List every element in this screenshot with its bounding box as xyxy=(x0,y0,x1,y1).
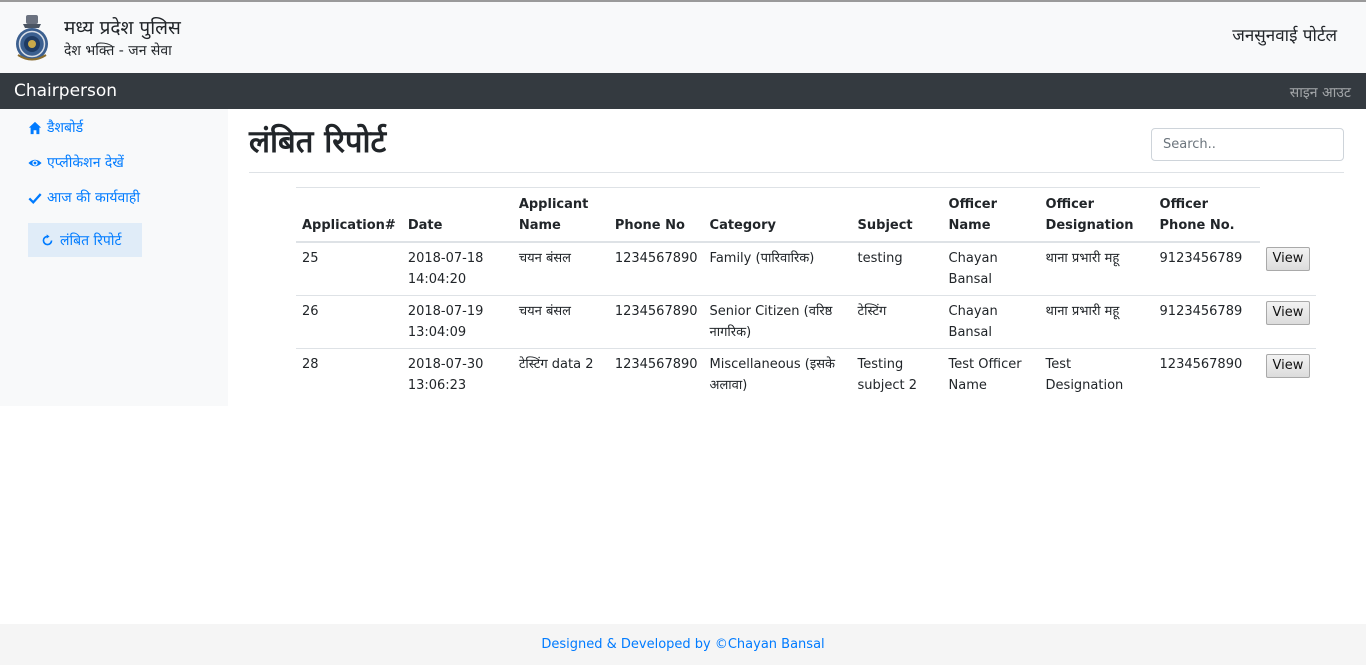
sidebar-item-dashboard[interactable]: डैशबोर्ड xyxy=(28,118,83,137)
cell-category: Senior Citizen (वरिष्ठ नागरिक) xyxy=(703,295,852,349)
view-button[interactable]: View xyxy=(1265,354,1311,378)
cell-officer-designation: Test Designation xyxy=(1039,348,1154,401)
table-row: 25 2018-07-18 14:04:20 चयन बंसल 12345678… xyxy=(296,242,1316,296)
cell-phone: 1234567890 xyxy=(608,348,704,401)
search-input[interactable] xyxy=(1151,128,1344,161)
eye-icon xyxy=(28,159,42,166)
cell-phone: 1234567890 xyxy=(614,251,698,266)
cell-officer-phone: 1234567890 xyxy=(1153,348,1260,401)
sidebar-item-view-applications[interactable]: एप्लीकेशन देखें xyxy=(28,153,124,172)
signout-link[interactable]: साइन आउट xyxy=(1290,83,1351,102)
view-button[interactable]: View xyxy=(1265,301,1311,325)
sidebar: डैशबोर्ड एप्लीकेशन देखें आज की कार्यवाही… xyxy=(0,109,228,406)
cell-action: View xyxy=(1260,242,1317,296)
cell-category: Family (पारिवारिक) xyxy=(709,251,815,266)
cell-action: View xyxy=(1259,295,1317,349)
cell-officer-phone: 9123456789 xyxy=(1159,251,1243,266)
refresh-icon xyxy=(42,233,53,245)
column-header: Phone No xyxy=(608,187,704,243)
cell-officer-phone: 9123456789 xyxy=(1153,295,1260,349)
column-header: Officer Phone No. xyxy=(1153,187,1260,243)
column-header: Subject xyxy=(851,187,943,243)
column-header: Officer Designation xyxy=(1039,187,1154,243)
cell-action: View xyxy=(1259,348,1317,401)
cell-date: 2018-07-30 13:06:23 xyxy=(401,348,513,401)
cell-applicant-name: टेस्टिंग data 2 xyxy=(512,348,609,401)
cell-officer-name: Chayan Bansal xyxy=(942,295,1040,349)
sidebar-item-pending-report[interactable]: लंबित रिपोर्ट xyxy=(28,223,142,257)
column-header: Applicant Name xyxy=(512,187,609,243)
column-header: Date xyxy=(401,187,513,243)
cell-applicant-name: चयन बंसल xyxy=(512,295,609,349)
top-navbar: Chairperson साइन आउट xyxy=(0,73,1366,109)
cell-phone: 1234567890 xyxy=(608,295,704,349)
cell-date: 2018-07-19 13:04:09 xyxy=(401,295,513,349)
table-row: 26 2018-07-19 13:04:09 चयन बंसल 12345678… xyxy=(296,295,1317,349)
cell-subject: टेस्टिंग xyxy=(851,295,943,349)
user-role-label: Chairperson xyxy=(14,81,118,101)
title-divider xyxy=(249,172,1344,173)
cell-category: Miscellaneous (इसके अलावा) xyxy=(703,348,852,401)
cell-officer-designation: थाना प्रभारी महू xyxy=(1039,295,1154,349)
check-icon xyxy=(28,192,42,204)
portal-name: जनसुनवाई पोर्टल xyxy=(1232,26,1337,46)
view-button[interactable]: View xyxy=(1265,247,1311,271)
cell-applicant-name: चयन बंसल xyxy=(518,251,571,266)
action-column-header xyxy=(1260,188,1317,243)
police-emblem-icon xyxy=(16,15,48,61)
column-header: Officer Name xyxy=(942,187,1040,243)
sidebar-item-todays-action[interactable]: आज की कार्यवाही xyxy=(28,188,140,207)
footer: Designed & Developed by ©Chayan Bansal xyxy=(0,624,1366,665)
table-header-row: Application# Date Applicant Name Phone N… xyxy=(296,187,1317,243)
sidebar-item-label: एप्लीकेशन देखें xyxy=(47,155,124,171)
cell-application-no: 25 xyxy=(302,251,319,266)
page-title: लंबित रिपोर्ट xyxy=(249,124,387,160)
cell-subject: Testing subject 2 xyxy=(851,348,943,401)
cell-date: 2018-07-18 14:04:20 xyxy=(407,251,484,287)
sidebar-item-label: आज की कार्यवाही xyxy=(47,190,140,206)
home-icon xyxy=(28,121,42,134)
column-header: Category xyxy=(703,187,852,243)
pending-report-table: Application# Date Applicant Name Phone N… xyxy=(296,187,1317,401)
cell-officer-designation: थाना प्रभारी महू xyxy=(1045,251,1120,266)
sidebar-item-label: डैशबोर्ड xyxy=(47,120,84,136)
cell-subject: testing xyxy=(857,251,903,266)
column-header: Application# xyxy=(296,187,402,243)
sidebar-item-label: लंबित रिपोर्ट xyxy=(60,232,122,249)
cell-application-no: 26 xyxy=(296,295,402,349)
cell-officer-name: Test Officer Name xyxy=(942,348,1040,401)
cell-officer-name: Chayan Bansal xyxy=(948,251,998,287)
brand-title: मध्य प्रदेश पुलिस xyxy=(64,17,181,39)
footer-credit-link[interactable]: Designed & Developed by ©Chayan Bansal xyxy=(541,637,824,652)
brand-header: मध्य प्रदेश पुलिस देश भक्ति - जन सेवा जन… xyxy=(0,2,1366,73)
table-row: 28 2018-07-30 13:06:23 टेस्टिंग data 2 1… xyxy=(296,348,1317,401)
brand-subtitle: देश भक्ति - जन सेवा xyxy=(64,43,172,59)
cell-application-no: 28 xyxy=(296,348,402,401)
